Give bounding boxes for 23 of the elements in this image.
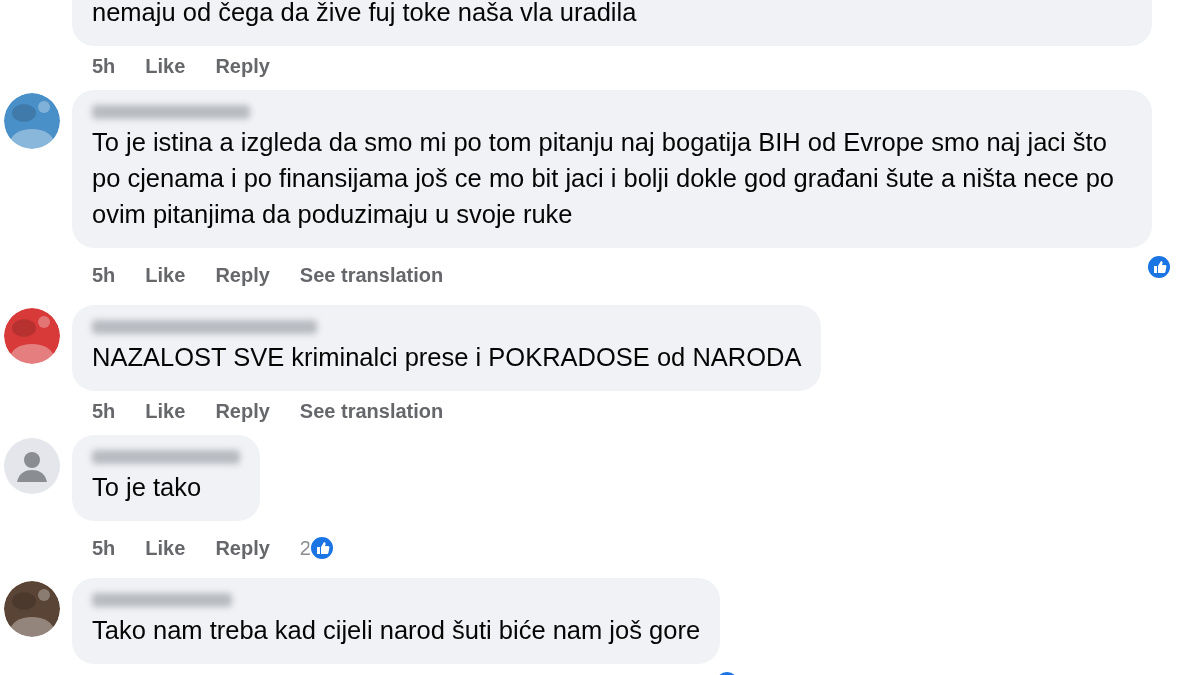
comment-text: nemaju od čega da žive fuj toke naša vla uradila bbox=[92, 0, 638, 28]
reply-link[interactable]: Reply bbox=[215, 259, 270, 290]
comment-text: NAZALOST SVE kriminalci prese i POKRADOSE od NARODA bbox=[92, 342, 802, 373]
reply-link[interactable]: Reply bbox=[215, 396, 270, 426]
comment-text: To je tako bbox=[92, 472, 203, 503]
like-link[interactable]: Like bbox=[145, 51, 186, 81]
thumbs-up-icon bbox=[1146, 254, 1172, 280]
see-translation-link[interactable]: See translation bbox=[299, 396, 444, 426]
timestamp: 5h bbox=[92, 535, 116, 561]
timestamp: 5h bbox=[92, 262, 116, 288]
comment-text: To je istina a izgleda da smo mi po tom pitanju naj bogatija BIH od Evrope smo naj jaci što po cjenama i po finansijama još ce mo bit jaci i bolji dokle god građani šute a ništa nece po ovim pitanjima da poduzimaju u svoje ruke bbox=[92, 127, 1116, 230]
timestamp: 5h bbox=[92, 399, 116, 424]
reply-link[interactable]: Reply bbox=[215, 51, 270, 81]
thumbs-up-icon bbox=[308, 534, 335, 561]
comment-text: Tako nam treba kad cijeli narod šuti biće nam još gore bbox=[92, 615, 701, 646]
like-link[interactable]: Like bbox=[145, 396, 186, 426]
like-link[interactable]: Like bbox=[145, 532, 186, 563]
see-translation-link[interactable]: See translation bbox=[299, 259, 444, 290]
reply-link[interactable]: Reply bbox=[215, 532, 270, 563]
like-link[interactable]: Like bbox=[145, 259, 186, 290]
timestamp: 5h bbox=[92, 54, 116, 79]
reaction-count[interactable]: 2 bbox=[299, 532, 311, 563]
profile-silhouette-icon bbox=[4, 438, 60, 494]
